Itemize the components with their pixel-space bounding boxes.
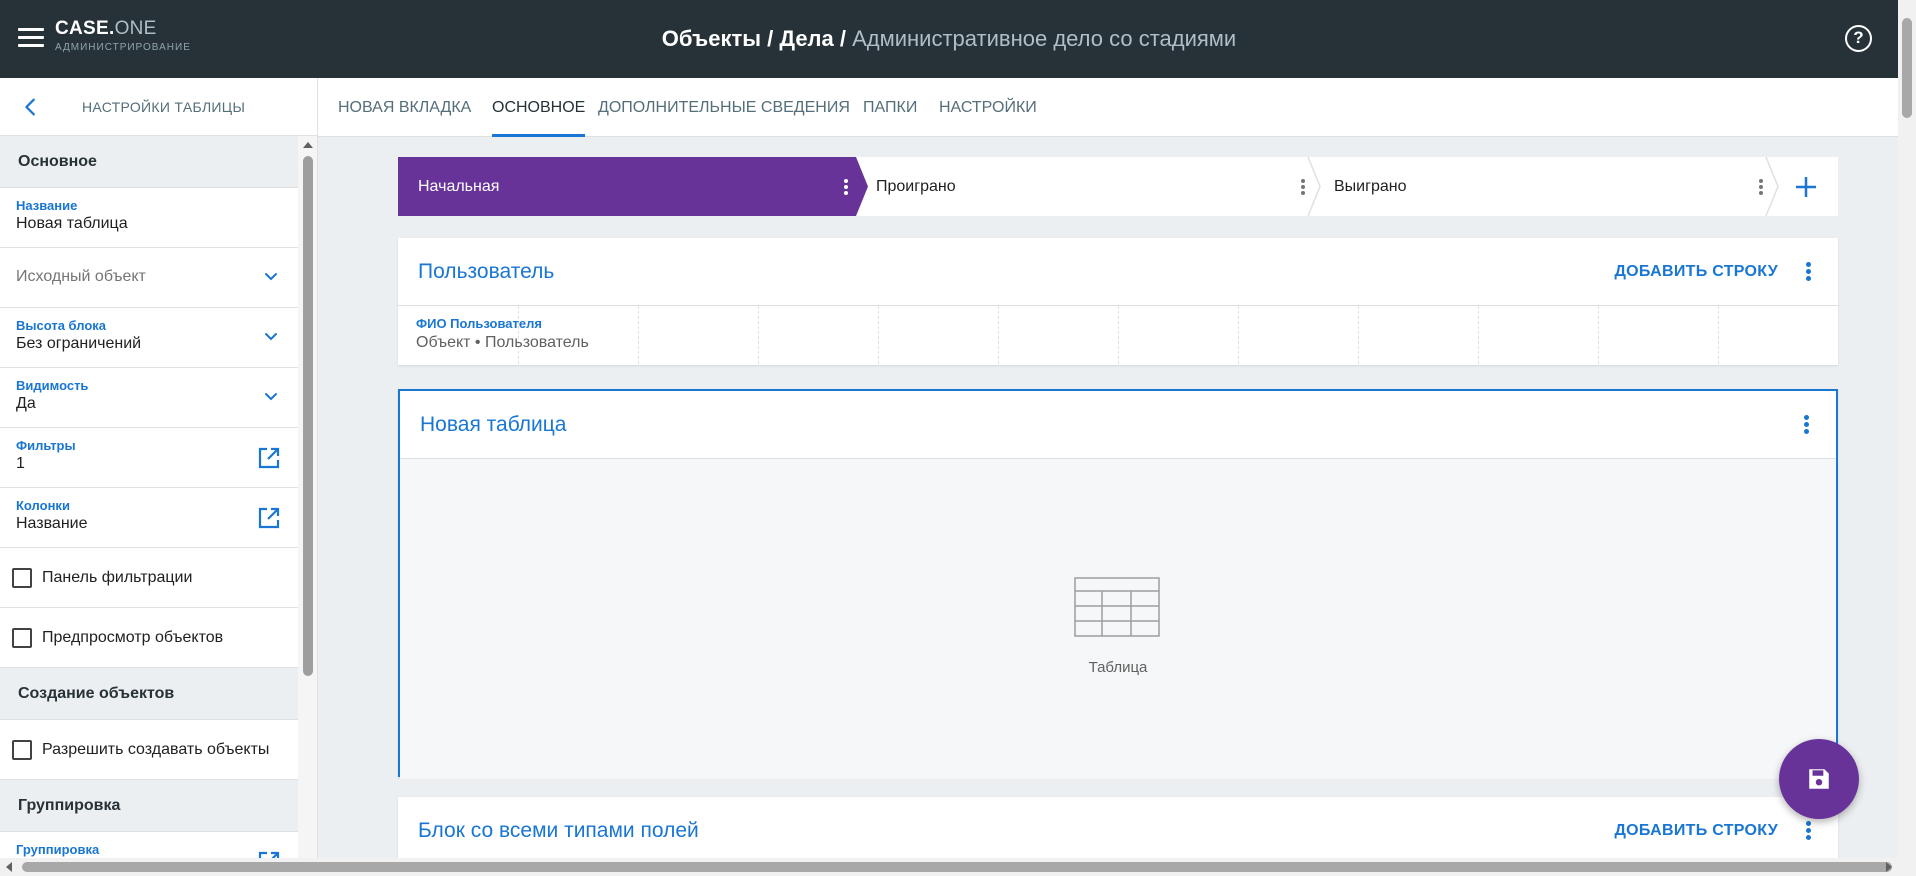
field-label: ФИО Пользователя [416, 316, 542, 331]
user-name-field[interactable]: ФИО Пользователя Объект • Пользователь [398, 306, 638, 364]
add-row-button[interactable]: ДОБАВИТЬ СТРОКУ [1614, 822, 1778, 840]
tab-additional[interactable]: ДОПОЛНИТЕЛЬНЫЕ СВЕДЕНИЯ [598, 78, 850, 137]
add-stage-button[interactable] [1773, 157, 1838, 216]
fields-grid: ФИО Пользователя Объект • Пользователь [398, 306, 1838, 364]
sidebar-header: НАСТРОЙКИ ТАБЛИЦЫ [0, 78, 317, 136]
stage-label: Начальная [418, 177, 500, 195]
columns-label: Колонки [16, 498, 70, 513]
filters-field: Фильтры 1 [0, 428, 298, 488]
breadcrumb: Объекты / Дела / Административное дело с… [0, 26, 1898, 52]
section-main: Основное [0, 136, 298, 188]
save-button[interactable] [1779, 739, 1859, 819]
allow-create-checkbox[interactable] [12, 739, 32, 760]
horizontal-scroll-thumb[interactable] [22, 862, 1892, 872]
breadcrumb-current: Административное дело со стадиями [852, 26, 1237, 51]
sidebar-scroll-thumb[interactable] [303, 156, 313, 676]
help-icon[interactable]: ? [1845, 25, 1872, 52]
more-vert-icon[interactable] [1798, 260, 1818, 284]
breadcrumb-cases[interactable]: Дела [779, 26, 833, 51]
stage-won[interactable]: Выиграно [1314, 157, 1771, 216]
tab-bar: НОВАЯ ВКЛАДКА ОСНОВНОЕ ДОПОЛНИТЕЛЬНЫЕ СВ… [318, 78, 1898, 137]
filters-label: Фильтры [16, 438, 76, 453]
field-type: Объект • Пользователь [416, 334, 589, 351]
save-icon [1809, 769, 1829, 789]
grouping-label: Группировка [16, 842, 100, 857]
table-icon [1074, 577, 1160, 637]
tab-new[interactable]: НОВАЯ ВКЛАДКА [338, 78, 471, 137]
open-in-new-icon[interactable] [257, 850, 281, 858]
block-title: Блок со всеми типами полей [418, 819, 699, 842]
stage-initial[interactable]: Начальная [398, 157, 856, 216]
block-height-value: Без ограничений [16, 335, 142, 352]
breadcrumb-separator: / [761, 26, 780, 51]
table-label: Таблица [1088, 659, 1148, 676]
name-value[interactable]: Новая таблица [16, 215, 282, 233]
open-in-new-icon[interactable] [257, 446, 281, 470]
breadcrumb-separator: / [833, 26, 853, 51]
more-vert-icon[interactable] [1796, 413, 1816, 437]
top-bar: CASE.ONE АДМИНИСТРИРОВАНИЕ Объекты / Дел… [0, 0, 1898, 78]
filters-value: 1 [16, 455, 25, 472]
block-height-select[interactable]: Высота блока Без ограничений [0, 308, 298, 368]
page-vertical-scrollbar[interactable] [1898, 0, 1916, 858]
open-in-new-icon[interactable] [257, 506, 281, 530]
block-title: Пользователь [418, 260, 555, 283]
tab-main[interactable]: ОСНОВНОЕ [492, 78, 586, 137]
filter-panel-row: Панель фильтрации [0, 548, 298, 608]
block-title: Новая таблица [420, 413, 567, 436]
add-row-button[interactable]: ДОБАВИТЬ СТРОКУ [1614, 263, 1778, 281]
source-object-placeholder: Исходный объект [16, 268, 146, 285]
main-content: Начальная Проиграно Выиграно Пользовател… [318, 137, 1898, 858]
more-vert-icon[interactable] [836, 177, 856, 197]
grid-lines [518, 306, 1838, 364]
columns-value: Название [16, 515, 88, 532]
visibility-value: Да [16, 395, 36, 412]
columns-field: Колонки Название [0, 488, 298, 548]
sidebar-content: Основное Название Новая таблица Исходный… [0, 136, 298, 858]
new-table-block[interactable]: Новая таблица Таблица [398, 389, 1838, 779]
preview-objects-label: Предпросмотр объектов [42, 628, 224, 646]
visibility-label: Видимость [16, 378, 89, 393]
more-vert-icon[interactable] [1751, 177, 1771, 197]
plus-icon [1795, 176, 1816, 197]
more-vert-icon[interactable] [1293, 177, 1313, 197]
back-arrow-icon[interactable] [20, 96, 42, 118]
vertical-scroll-thumb[interactable] [1902, 18, 1912, 118]
breadcrumb-objects[interactable]: Объекты [662, 26, 761, 51]
tab-settings[interactable]: НАСТРОЙКИ [939, 78, 1037, 137]
name-label: Название [16, 198, 78, 213]
section-create-objects: Создание объектов [0, 668, 298, 720]
preview-objects-row: Предпросмотр объектов [0, 608, 298, 668]
block-height-label: Высота блока [16, 318, 107, 333]
stage-label: Проиграно [876, 177, 956, 195]
grouping-field: Группировка [0, 832, 298, 858]
chevron-down-icon[interactable] [264, 390, 278, 404]
tab-folders[interactable]: ПАПКИ [863, 78, 917, 137]
stage-bar: Начальная Проиграно Выиграно [398, 157, 1838, 216]
allow-create-label: Разрешить создавать объекты [42, 740, 270, 758]
table-settings-sidebar: НАСТРОЙКИ ТАБЛИЦЫ Основное Название Нова… [0, 78, 318, 858]
visibility-select[interactable]: Видимость Да [0, 368, 298, 428]
sidebar-title: НАСТРОЙКИ ТАБЛИЦЫ [82, 99, 246, 115]
section-grouping: Группировка [0, 780, 298, 832]
sidebar-scrollbar[interactable] [298, 136, 317, 858]
chevron-down-icon[interactable] [264, 330, 278, 344]
user-block[interactable]: Пользователь ДОБАВИТЬ СТРОКУ ФИО Пользов… [398, 238, 1838, 365]
filter-panel-checkbox[interactable] [12, 567, 32, 588]
stage-label: Выиграно [1334, 177, 1407, 195]
filter-panel-label: Панель фильтрации [42, 568, 193, 586]
scroll-right-icon[interactable] [1886, 862, 1892, 872]
all-fields-block[interactable]: Блок со всеми типами полей ДОБАВИТЬ СТРО… [398, 797, 1838, 858]
table-placeholder: Таблица [400, 459, 1836, 779]
allow-create-row: Разрешить создавать объекты [0, 720, 298, 780]
chevron-down-icon[interactable] [264, 270, 278, 284]
page-horizontal-scrollbar[interactable] [0, 858, 1916, 876]
scroll-left-icon[interactable] [6, 862, 12, 872]
source-object-select[interactable]: Исходный объект [0, 248, 298, 308]
scroll-up-icon[interactable] [303, 142, 313, 148]
stage-lost[interactable]: Проиграно [856, 157, 1313, 216]
preview-objects-checkbox[interactable] [12, 627, 32, 648]
more-vert-icon[interactable] [1798, 819, 1818, 843]
name-field[interactable]: Название Новая таблица [0, 188, 298, 248]
